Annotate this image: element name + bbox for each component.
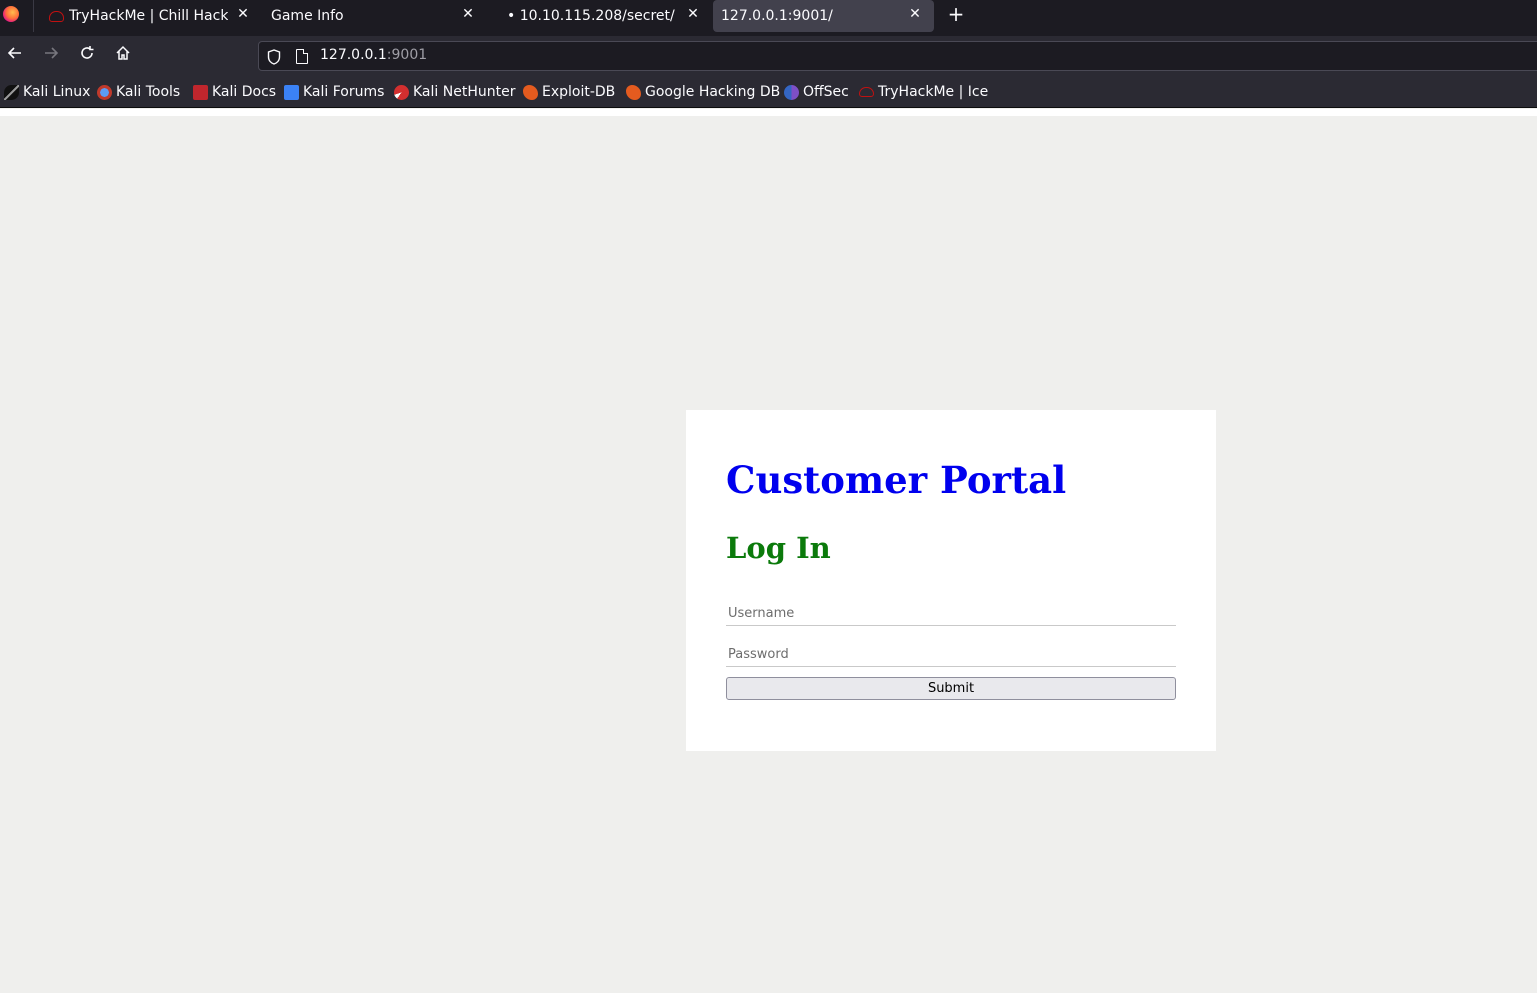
back-arrow-icon[interactable] bbox=[3, 44, 27, 68]
forward-arrow-icon[interactable] bbox=[39, 44, 63, 68]
tab-strip: TryHackMe | Chill Hack ✕ Game Info ✕ • 1… bbox=[0, 0, 1537, 36]
tab-label: Game Info bbox=[271, 8, 344, 24]
bookmark-label: Kali Forums bbox=[303, 84, 385, 100]
bookmark-kali-forums[interactable]: Kali Forums bbox=[284, 83, 384, 101]
tracking-protection-shield-icon[interactable] bbox=[267, 49, 281, 65]
tab-label: 127.0.0.1:9001/ bbox=[721, 8, 833, 24]
bookmark-kali-nethunter[interactable]: Kali NetHunter bbox=[394, 83, 515, 101]
firefox-menu-icon[interactable] bbox=[3, 6, 19, 22]
bookmark-label: Google Hacking DB bbox=[645, 84, 781, 100]
offsec-icon bbox=[784, 84, 799, 100]
home-icon[interactable] bbox=[111, 44, 135, 68]
navigation-toolbar: 127.0.0.1:9001 bbox=[0, 36, 1537, 76]
close-tab-icon[interactable]: ✕ bbox=[234, 6, 252, 22]
bookmark-kali-docs[interactable]: Kali Docs bbox=[193, 83, 276, 101]
submit-button[interactable]: Submit bbox=[726, 677, 1176, 700]
kali-docs-icon bbox=[193, 84, 208, 100]
bookmark-kali-linux[interactable]: Kali Linux bbox=[4, 83, 90, 101]
close-tab-icon[interactable]: ✕ bbox=[906, 6, 924, 22]
bookmark-kali-tools[interactable]: Kali Tools bbox=[97, 83, 180, 101]
bookmark-label: Kali NetHunter bbox=[413, 84, 516, 100]
password-input[interactable] bbox=[726, 643, 1176, 667]
bookmark-tryhackme-ice[interactable]: TryHackMe | Ice bbox=[859, 83, 988, 101]
url-text[interactable]: 127.0.0.1:9001 bbox=[320, 47, 427, 63]
new-tab-button[interactable]: + bbox=[946, 4, 966, 26]
username-input[interactable] bbox=[726, 602, 1176, 626]
exploit-db-icon bbox=[626, 84, 641, 100]
tab-separator bbox=[33, 0, 34, 32]
tab-localhost-9001[interactable]: 127.0.0.1:9001/ ✕ bbox=[713, 0, 934, 32]
page-title: Customer Portal bbox=[726, 458, 1067, 502]
kali-tools-icon bbox=[97, 84, 112, 100]
login-card: Customer Portal Log In Submit bbox=[686, 410, 1216, 751]
page-info-icon[interactable] bbox=[296, 49, 308, 64]
bookmark-label: TryHackMe | Ice bbox=[878, 84, 989, 100]
address-bar[interactable]: 127.0.0.1:9001 bbox=[258, 41, 1537, 71]
page-top-strip bbox=[0, 109, 1537, 116]
bookmark-label: Kali Linux bbox=[23, 84, 91, 100]
kali-icon bbox=[4, 84, 19, 100]
bookmark-exploit-db[interactable]: Exploit-DB bbox=[523, 83, 615, 101]
close-tab-icon[interactable]: ✕ bbox=[459, 6, 477, 22]
url-port: :9001 bbox=[386, 47, 428, 63]
tab-label: TryHackMe | Chill Hack bbox=[69, 8, 229, 24]
kali-forums-icon bbox=[284, 84, 299, 100]
login-heading: Log In bbox=[726, 531, 831, 565]
tryhackme-icon bbox=[48, 10, 64, 22]
bookmark-label: Kali Tools bbox=[116, 84, 181, 100]
tryhackme-icon bbox=[859, 87, 874, 97]
url-host: 127.0.0.1 bbox=[320, 47, 387, 63]
bookmark-google-hacking-db[interactable]: Google Hacking DB bbox=[626, 83, 780, 101]
exploit-db-icon bbox=[523, 84, 538, 100]
tab-chill-hack[interactable]: TryHackMe | Chill Hack ✕ bbox=[40, 0, 262, 32]
close-tab-icon[interactable]: ✕ bbox=[684, 6, 702, 22]
tab-secret[interactable]: • 10.10.115.208/secret/ ✕ bbox=[499, 0, 712, 32]
reload-icon[interactable] bbox=[75, 44, 99, 68]
tab-game-info[interactable]: Game Info ✕ bbox=[263, 0, 487, 32]
bookmark-label: Exploit-DB bbox=[542, 84, 616, 100]
bookmarks-toolbar: Kali Linux Kali Tools Kali Docs Kali For… bbox=[0, 76, 1537, 108]
tab-label: • 10.10.115.208/secret/ bbox=[507, 8, 675, 24]
bookmark-label: Kali Docs bbox=[212, 84, 277, 100]
nethunter-icon bbox=[394, 84, 409, 100]
bookmark-label: OffSec bbox=[803, 84, 849, 100]
bookmark-offsec[interactable]: OffSec bbox=[784, 83, 849, 101]
